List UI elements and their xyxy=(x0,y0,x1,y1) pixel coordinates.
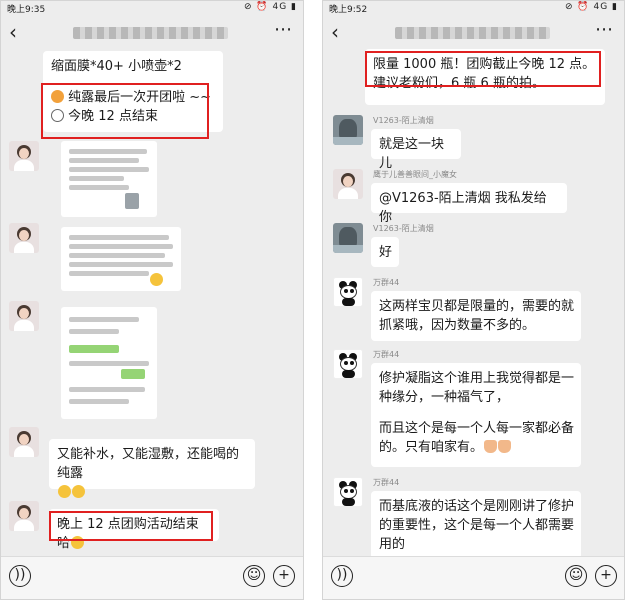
message-bubble-hydrate[interactable]: 又能补水，又能湿敷，还能喝的纯露 xyxy=(49,439,255,498)
more-icon[interactable]: ⋯ xyxy=(274,19,293,40)
praying-hands-icon xyxy=(498,440,512,453)
avatar-panda[interactable] xyxy=(333,277,363,307)
status-bar: 晚上9:52 ⊘ ⏰ 4G ▮ xyxy=(323,1,624,15)
input-bar: )) ☺ + xyxy=(323,556,624,599)
sender-name: 鹰于儿善善眼间_小魔女 xyxy=(373,170,457,179)
chat-screenshot-image[interactable] xyxy=(61,141,157,217)
avatar-woman[interactable] xyxy=(333,169,363,199)
sender-name: V1263-陌上清烟 xyxy=(373,116,434,125)
avatar-woman[interactable] xyxy=(9,427,39,457)
status-bar: 晚上9:35 ⊘ ⏰ 4G ▮ xyxy=(1,1,303,15)
message-line-3: 用的 xyxy=(379,537,406,552)
emoji-button-icon[interactable]: ☺ xyxy=(565,565,587,587)
message-line-1: 而基底液的话这个是刚刚讲了修护 xyxy=(379,499,575,514)
message-text: 就是这一块儿 xyxy=(379,137,445,171)
right-chat-screen: 晚上9:52 ⊘ ⏰ 4G ▮ ‹ ⋯ 限量 1000 瓶！团购截止今晚 12 … xyxy=(322,0,625,600)
sender-name: 万群44 xyxy=(373,350,400,359)
sender-name: 万群44 xyxy=(373,278,400,287)
message-bubble[interactable]: 这两样宝贝都是限量的，需要的就 抓紧哦，因为数量不多的。 xyxy=(371,291,581,341)
message-bubble[interactable]: 就是这一块儿 xyxy=(371,129,461,171)
back-icon[interactable]: ‹ xyxy=(331,20,339,44)
chat-title-blurred xyxy=(395,27,550,39)
message-text: @V1263-陌上清烟 我私发给你 xyxy=(379,191,547,225)
message-bubble[interactable]: @V1263-陌上清烟 我私发给你 xyxy=(371,183,567,225)
praying-hands-icon xyxy=(484,440,498,453)
highlight-box xyxy=(365,51,601,87)
back-icon[interactable]: ‹ xyxy=(9,20,17,44)
avatar-rock[interactable] xyxy=(333,115,363,145)
message-line-2: 抓紧哦，因为数量不多的。 xyxy=(379,318,536,333)
message-bubble[interactable]: 而基底液的话这个是刚刚讲了修护 的重要性，这个是每一个人都需要 用的 xyxy=(371,491,581,559)
message-line-4: 的。只有咱家有。 xyxy=(379,440,484,455)
sender-name: 万群44 xyxy=(373,478,400,487)
chat-header: ‹ ⋯ xyxy=(323,15,624,49)
message-bubble[interactable]: 修护凝脂这个谁用上我觉得都是一 种缘分，一种福气了， 而且这个是每一个人每一家都… xyxy=(371,363,581,467)
more-icon[interactable]: ⋯ xyxy=(595,19,614,40)
announcement-line-1: 缩面膜*40+ 小喷壶*2 xyxy=(51,59,182,74)
plus-icon[interactable]: + xyxy=(595,565,617,587)
message-line-3: 而且这个是每一个人每一家都必备 xyxy=(379,421,575,436)
voice-icon[interactable]: )) xyxy=(9,565,31,587)
chat-header: ‹ ⋯ xyxy=(1,15,303,49)
message-bubble[interactable]: 好 xyxy=(371,237,399,267)
avatar-woman[interactable] xyxy=(9,501,39,531)
voice-icon[interactable]: )) xyxy=(331,565,353,587)
avatar-woman[interactable] xyxy=(9,301,39,331)
message-text: 又能补水，又能湿敷，还能喝的纯露 xyxy=(57,447,240,481)
input-bar: )) ☺ + xyxy=(1,556,303,599)
status-icons: ⊘ ⏰ 4G ▮ xyxy=(244,2,297,12)
chat-screenshot-image[interactable] xyxy=(61,227,181,291)
message-line-1: 这两样宝贝都是限量的，需要的就 xyxy=(379,299,575,314)
avatar-rock[interactable] xyxy=(333,223,363,253)
avatar-woman[interactable] xyxy=(9,223,39,253)
message-text: 好 xyxy=(379,245,393,260)
chat-title-blurred xyxy=(73,27,228,39)
avatar-woman[interactable] xyxy=(9,141,39,171)
message-line-2: 种缘分，一种福气了， xyxy=(379,390,510,405)
emoji-icon xyxy=(72,485,85,498)
emoji-icon xyxy=(58,485,71,498)
status-icons: ⊘ ⏰ 4G ▮ xyxy=(565,2,618,12)
sender-name: V1263-陌上清烟 xyxy=(373,224,434,233)
chat-screenshot-image[interactable] xyxy=(61,307,157,419)
avatar-panda[interactable] xyxy=(333,477,363,507)
message-line-1: 修护凝脂这个谁用上我觉得都是一 xyxy=(379,371,575,386)
highlight-box xyxy=(41,83,209,139)
highlight-box xyxy=(49,511,213,541)
message-line-2: 的重要性，这个是每一个人都需要 xyxy=(379,518,575,533)
avatar-panda[interactable] xyxy=(333,349,363,379)
emoji-button-icon[interactable]: ☺ xyxy=(243,565,265,587)
left-chat-screen: 晚上9:35 ⊘ ⏰ 4G ▮ ‹ ⋯ 缩面膜*40+ 小喷壶*2 纯露最后一次… xyxy=(0,0,304,600)
plus-icon[interactable]: + xyxy=(273,565,295,587)
status-time: 晚上9:52 xyxy=(329,5,368,15)
status-time: 晚上9:35 xyxy=(7,5,46,15)
